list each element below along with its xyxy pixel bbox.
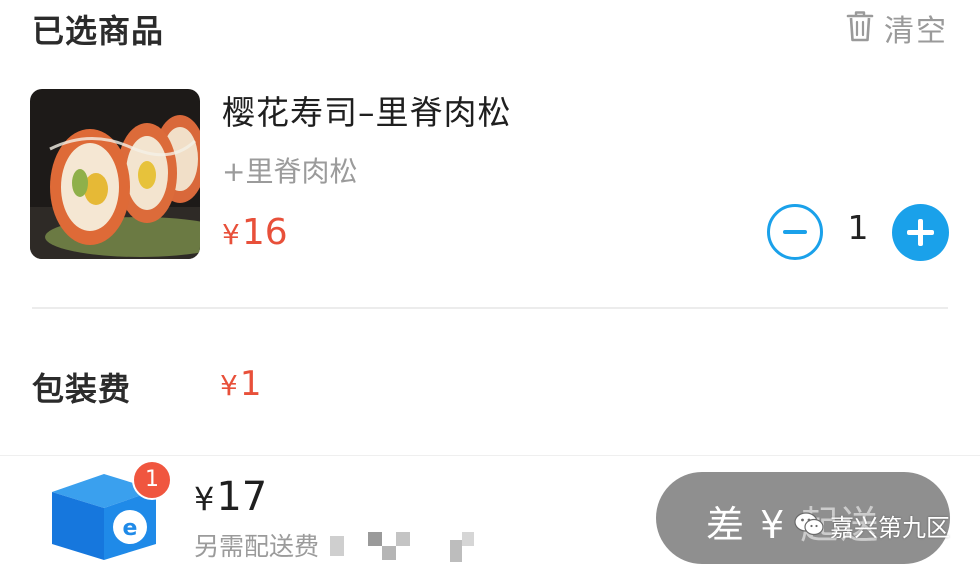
watermark: 嘉兴第九区 [794,508,950,543]
product-spec: +里脊肉松 [222,155,358,188]
section-title: 已选商品 [32,12,165,50]
clear-cart-button[interactable]: 清空 [844,6,948,50]
trash-icon [844,9,876,47]
clear-label: 清空 [884,14,948,49]
currency-symbol: ¥ [194,480,215,518]
divider [32,307,948,309]
product-image[interactable] [30,89,200,259]
currency-symbol: ¥ [220,369,238,402]
svg-text:e: e [123,516,138,541]
product-price: ¥16 [222,212,288,253]
packaging-fee-price: ¥1 [220,364,261,404]
product-name: 樱花寿司–里脊肉松 [222,93,512,132]
obscured-fee-value [330,530,490,564]
packaging-fee-label: 包装费 [32,370,132,408]
wechat-icon [794,511,824,541]
quantity-value: 1 [847,208,869,247]
total-price: ¥17 [194,474,267,520]
delivery-fee-note: 另需配送费 [194,532,320,561]
decrease-quantity-button[interactable] [767,204,823,260]
increase-quantity-button[interactable] [892,204,949,261]
watermark-text: 嘉兴第九区 [830,514,950,542]
packaging-fee-value: 1 [239,364,262,404]
total-price-value: 17 [216,474,268,520]
cart-count-badge: 1 [132,460,172,500]
product-price-value: 16 [241,212,288,253]
currency-symbol: ¥ [222,218,240,251]
